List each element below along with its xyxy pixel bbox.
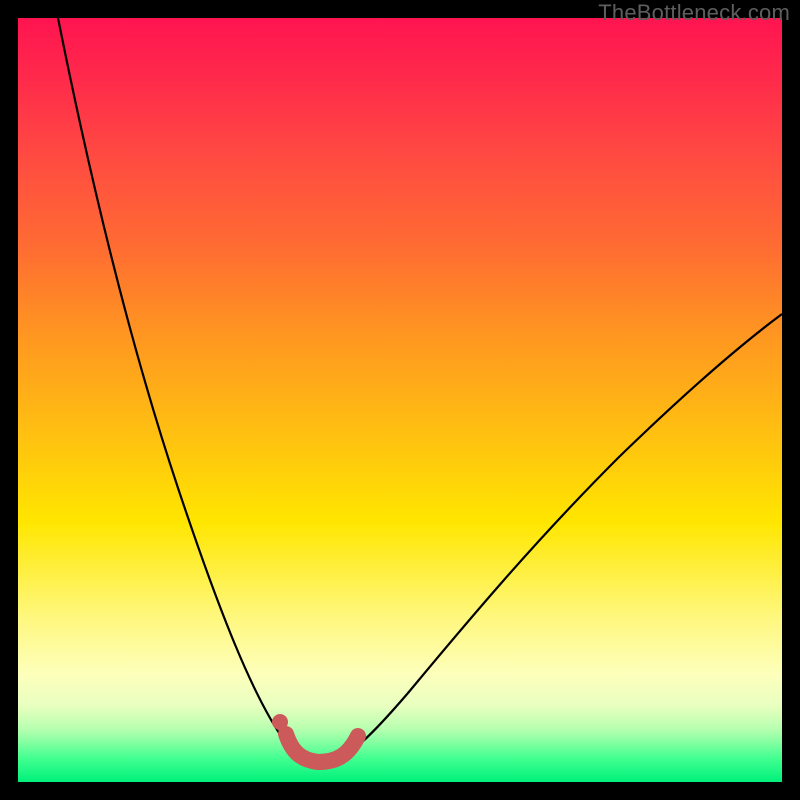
left-curve: [58, 18, 300, 756]
valley-dot-marker: [272, 714, 288, 730]
right-curve: [344, 314, 782, 756]
curve-plot: [18, 18, 782, 782]
watermark-text: TheBottleneck.com: [598, 0, 790, 26]
chart-frame: [18, 18, 782, 782]
valley-u-marker: [286, 734, 358, 762]
